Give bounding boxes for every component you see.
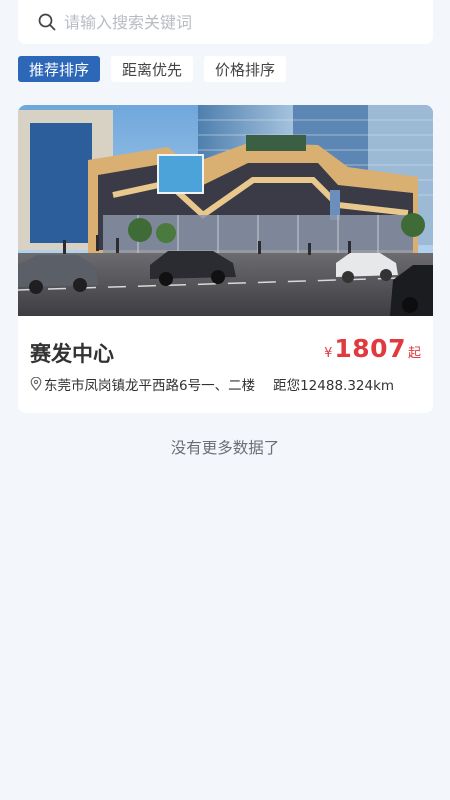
search-bar[interactable] [18,0,433,44]
listing-meta: 东莞市凤岗镇龙平西路6号一、二楼 距您12488.324km [30,374,394,394]
listing-price: ¥ 1807 起 [324,334,421,363]
tab-recommended-sort[interactable]: 推荐排序 [18,56,101,82]
search-icon [38,12,58,32]
tab-distance-first[interactable]: 距离优先 [111,56,194,82]
sort-tabs: 推荐排序 距离优先 价格排序 [18,56,287,82]
building-photo [18,105,433,316]
listing-address: 东莞市凤岗镇龙平西路6号一、二楼 [44,378,256,394]
tab-price-sort[interactable]: 价格排序 [204,56,287,82]
listing-card[interactable]: 赛发中心 ¥ 1807 起 东莞市凤岗镇龙平西路6号一、二楼 距您12488.3… [18,105,433,413]
price-suffix: 起 [407,346,421,361]
search-input[interactable] [64,12,404,32]
price-currency: ¥ [324,346,333,361]
price-amount: 1807 [334,334,406,363]
location-pin-icon [30,377,42,391]
listing-distance: 距您12488.324km [273,378,395,394]
listing-title: 赛发中心 [30,342,114,366]
no-more-data-text: 没有更多数据了 [170,439,280,457]
